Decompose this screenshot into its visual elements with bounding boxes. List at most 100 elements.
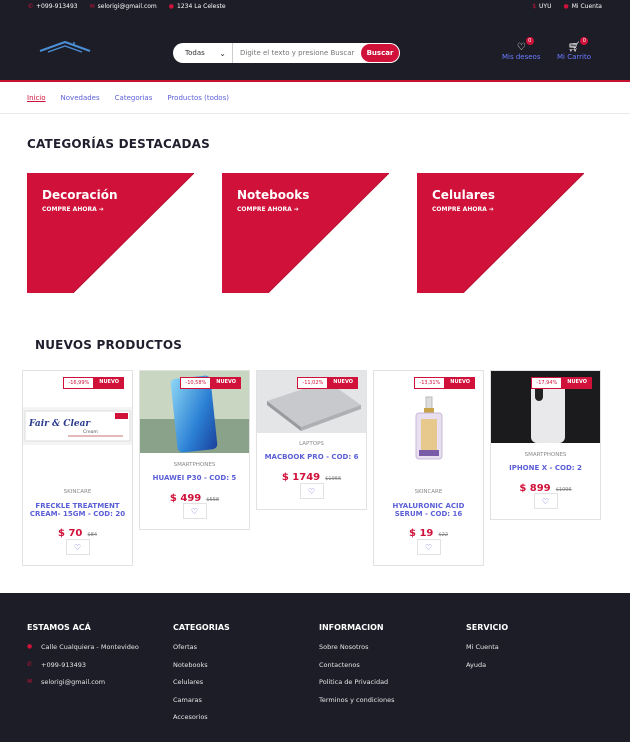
- wishlist-count-badge: 0: [525, 37, 534, 45]
- discount-badge: -17,94%: [531, 377, 563, 389]
- product-card[interactable]: -17,94% NUEVO SMARTPHONES IPHONE X - COD:…: [490, 370, 601, 520]
- topbar-email[interactable]: ✉ selorigi@gmail.com: [90, 3, 157, 10]
- footer-col-title: ESTAMOS ACÁ: [27, 623, 91, 632]
- footer-link[interactable]: Ofertas: [173, 643, 230, 661]
- product-image-sublabel: Cream: [83, 429, 98, 435]
- footer-link[interactable]: Politica de Privacidad: [319, 678, 395, 696]
- product-price: $ 19 $22: [409, 528, 448, 539]
- arrow-circle-icon: ➔: [488, 206, 494, 213]
- mail-icon: ✉: [89, 2, 95, 10]
- product-category: SKINCARE: [414, 489, 443, 495]
- nav-productos[interactable]: Productos (todos): [167, 94, 229, 102]
- product-category: SMARTPHONES: [173, 462, 216, 468]
- new-badge: NUEVO: [445, 377, 475, 389]
- footer-col-title: CATEGORIAS: [173, 623, 230, 632]
- product-category: SMARTPHONES: [524, 452, 567, 458]
- product-card[interactable]: -13,31% NUEVO SKINCARE HYALURONIC ACID SE…: [373, 370, 484, 566]
- nav-novedades[interactable]: Novedades: [61, 94, 100, 102]
- phone-icon: ✆: [27, 660, 33, 668]
- category-card-celulares[interactable]: Celulares COMPRE AHORA ➔: [417, 173, 584, 293]
- category-card-title: Notebooks: [237, 188, 310, 202]
- footer-col-title: SERVICIO: [466, 623, 509, 632]
- product-name[interactable]: FRECKLE TREATMENT CREAM- 15GM - COD: 20: [23, 502, 132, 518]
- heart-icon: ♡: [73, 542, 82, 552]
- product-tags: -13,31% NUEVO: [414, 377, 475, 389]
- category-card-notebooks[interactable]: Notebooks COMPRE AHORA ➔: [222, 173, 389, 293]
- footer-link[interactable]: Terminos y condiciones: [319, 696, 395, 714]
- discount-badge: -11,02%: [297, 377, 329, 389]
- footer-link[interactable]: Celulares: [173, 678, 230, 696]
- product-image[interactable]: Fair & Clear Cream: [23, 407, 132, 445]
- footer-link[interactable]: Camaras: [173, 696, 230, 714]
- nav-categorias[interactable]: Categorias: [115, 94, 153, 102]
- footer-link[interactable]: Accesorios: [173, 713, 230, 731]
- search-bar: Todas⌄ Buscar: [173, 43, 400, 63]
- add-to-wishlist-button[interactable]: ♡: [416, 539, 441, 555]
- product-tags: -11,02% NUEVO: [297, 377, 358, 389]
- footer-link[interactable]: Sobre Nosotros: [319, 643, 395, 661]
- product-price: $ 1749 $1966: [281, 472, 342, 483]
- add-to-wishlist-button[interactable]: ♡: [533, 493, 558, 509]
- cart-count-badge: 0: [580, 37, 589, 45]
- footer-col-servicio: SERVICIO Mi Cuenta Ayuda: [466, 623, 508, 678]
- category-card-cta[interactable]: COMPRE AHORA ➔: [237, 206, 299, 213]
- product-tags: -17,94% NUEVO: [531, 377, 592, 389]
- add-to-wishlist-button[interactable]: ♡: [182, 503, 207, 519]
- wishlist-button[interactable]: ♡ 0 Mis deseos: [502, 37, 541, 61]
- product-name[interactable]: HYALURONIC ACID SERUM - COD: 16: [374, 502, 483, 518]
- category-card-cta[interactable]: COMPRE AHORA ➔: [432, 206, 494, 213]
- footer-link[interactable]: Mi Cuenta: [466, 643, 508, 661]
- product-name[interactable]: IPHONE X - COD: 2: [491, 464, 600, 472]
- product-category: LAPTOPS: [299, 441, 324, 447]
- footer-email[interactable]: ✉ selorigi@gmail.com: [27, 678, 139, 696]
- footer-link[interactable]: Contactenos: [319, 661, 395, 679]
- category-card-decoracion[interactable]: Decoración COMPRE AHORA ➔: [27, 173, 194, 293]
- product-image[interactable]: [374, 395, 483, 463]
- cart-icon: 🛒︎ 0: [568, 37, 589, 53]
- new-badge: NUEVO: [94, 377, 124, 389]
- footer-col-contact: ESTAMOS ACÁ ● Calle Cualquiera - Montevid…: [27, 623, 139, 696]
- heart-icon: ♡ 0: [517, 37, 534, 53]
- product-card[interactable]: Fair & Clear Cream -16,99% NUEVO SKINCARE…: [22, 370, 133, 566]
- product-image-label: Fair & Clear: [28, 419, 91, 429]
- product-card[interactable]: -11,02% NUEVO LAPTOPS MACBOOK PRO - COD: …: [256, 370, 367, 510]
- footer-link[interactable]: Ayuda: [466, 661, 508, 679]
- account-link[interactable]: ● Mi Cuenta: [563, 3, 602, 10]
- footer-phone[interactable]: ✆ +099-913493: [27, 661, 139, 679]
- topbar-address[interactable]: ● 1234 La Celeste: [169, 3, 226, 10]
- footer-link[interactable]: Notebooks: [173, 661, 230, 679]
- add-to-wishlist-button[interactable]: ♡: [65, 539, 90, 555]
- currency-selector[interactable]: $ UYU: [532, 3, 551, 10]
- new-badge: NUEVO: [328, 377, 358, 389]
- arrow-circle-icon: ➔: [98, 206, 104, 213]
- logo[interactable]: [38, 38, 92, 56]
- search-category-select[interactable]: Todas ⌄: [173, 43, 233, 63]
- add-to-wishlist-button[interactable]: ♡: [299, 483, 324, 499]
- discount-badge: -16,99%: [63, 377, 95, 389]
- category-card-title: Decoración: [42, 188, 118, 202]
- discount-badge: -10,58%: [180, 377, 212, 389]
- product-card[interactable]: -10,58% NUEVO SMARTPHONES HUAWEI P30 - CO…: [139, 370, 250, 530]
- product-name[interactable]: MACBOOK PRO - COD: 6: [257, 453, 366, 461]
- product-tags: -10,58% NUEVO: [180, 377, 241, 389]
- heart-icon: ♡: [307, 486, 316, 496]
- map-pin-icon: ●: [27, 643, 33, 650]
- category-card-title: Celulares: [432, 188, 496, 202]
- category-card-cta[interactable]: COMPRE AHORA ➔: [42, 206, 104, 213]
- product-price: $ 70 $84: [58, 528, 97, 539]
- heart-icon: ♡: [424, 542, 433, 552]
- topbar-phone[interactable]: ✆ +099-913493: [28, 3, 78, 10]
- user-icon: ●: [563, 2, 569, 10]
- search-button[interactable]: Buscar: [361, 44, 399, 62]
- footer-col-categorias: CATEGORIAS Ofertas Notebooks Celulares C…: [173, 623, 230, 731]
- cart-button[interactable]: 🛒︎ 0 Mi Carrito: [557, 37, 591, 61]
- product-name[interactable]: HUAWEI P30 - COD: 5: [140, 474, 249, 482]
- new-badge: NUEVO: [211, 377, 241, 389]
- heart-icon: ♡: [541, 496, 550, 506]
- search-input[interactable]: [233, 49, 361, 57]
- new-products-title: NUEVOS PRODUCTOS: [35, 338, 183, 352]
- footer-address: ● Calle Cualquiera - Montevideo: [27, 643, 139, 651]
- phone-icon: ✆: [28, 2, 34, 10]
- nav-inicio[interactable]: Inicio: [27, 94, 46, 102]
- arrow-circle-icon: ➔: [293, 206, 299, 213]
